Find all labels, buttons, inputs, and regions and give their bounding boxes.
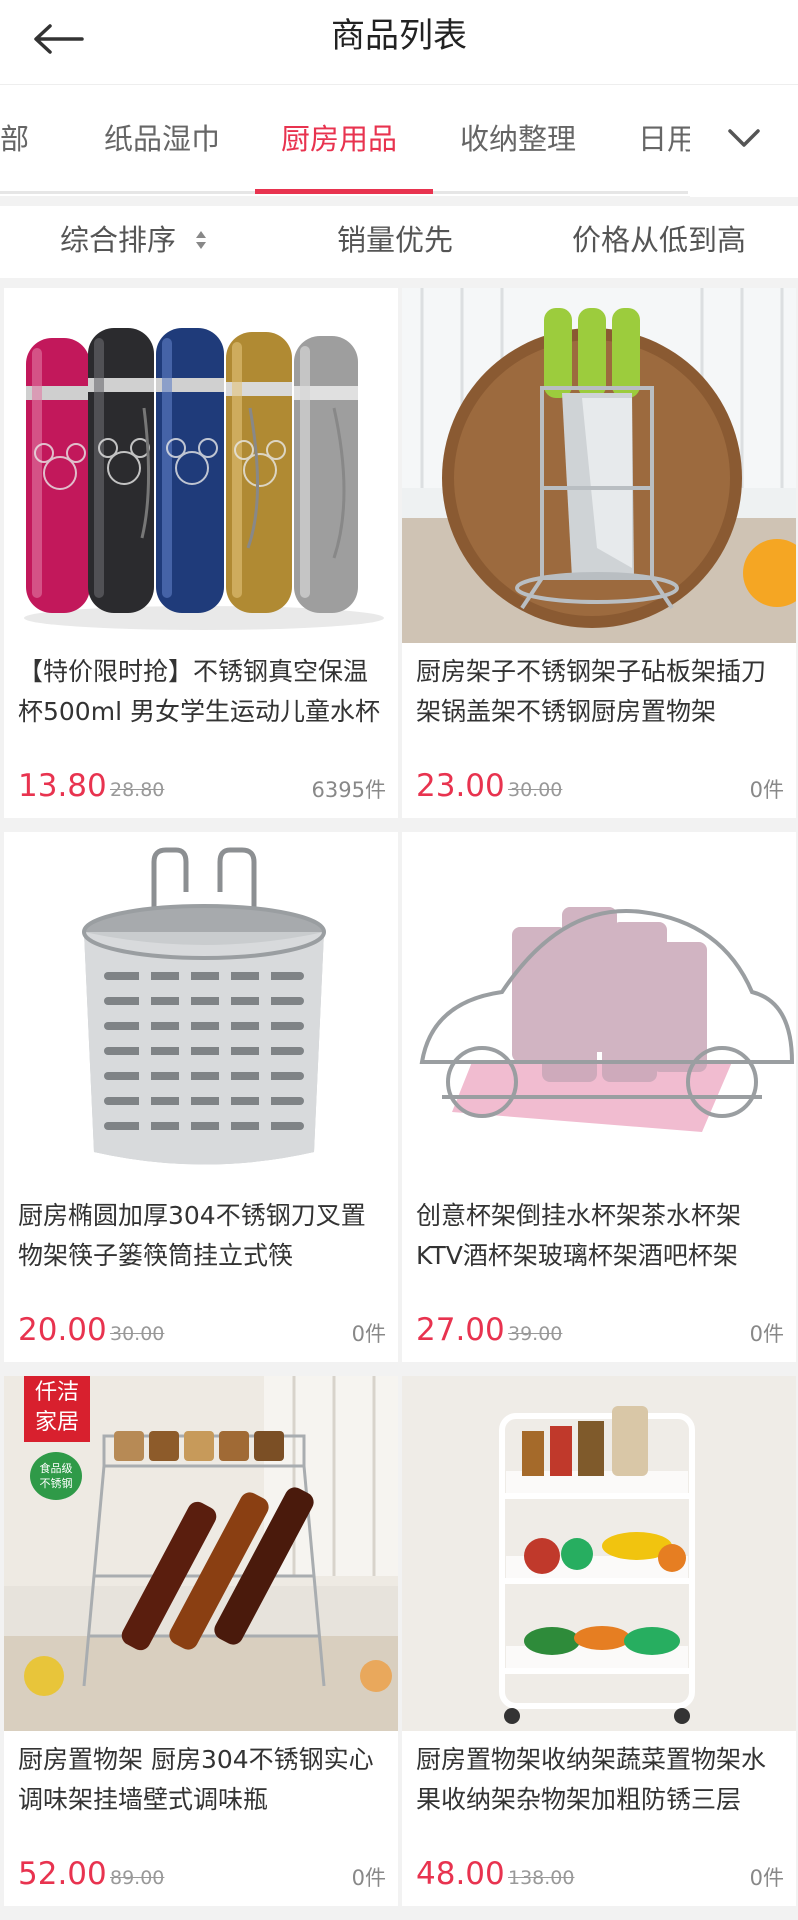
product-sold-count: 0件: [351, 1322, 386, 1346]
product-card[interactable]: 厨房架子不锈钢架子砧板架插刀架锅盖架不锈钢厨房置物架 23.00 30.00 0…: [402, 288, 796, 818]
vegetable-cart-image: [402, 1376, 796, 1731]
brand-badge: 仟洁 家居: [24, 1378, 90, 1438]
product-original-price: 30.00: [508, 779, 563, 801]
product-name: 厨房置物架收纳架蔬菜置物架水果收纳架杂物架加粗防锈三层: [416, 1745, 767, 1814]
product-price: 23.00: [416, 768, 505, 804]
product-original-price: 39.00: [508, 1323, 563, 1345]
car-cup-rack-image: [402, 832, 796, 1187]
expand-tabs-button[interactable]: [724, 123, 764, 153]
product-card[interactable]: 厨房置物架收纳架蔬菜置物架水果收纳架杂物架加粗防锈三层 48.00 138.00…: [402, 1376, 796, 1906]
product-image: [402, 1376, 796, 1731]
product-card[interactable]: 仟洁 家居 食品级 不锈钢 厨房置物架 厨房304不锈钢实心调味架挂墙壁式调味瓶…: [4, 1376, 398, 1906]
tab-all[interactable]: 部: [0, 119, 29, 159]
product-original-price: 30.00: [110, 1323, 165, 1345]
product-original-price: 28.80: [110, 779, 165, 801]
brand-badge-line-1: 仟洁: [34, 1380, 79, 1405]
product-name: 创意杯架倒挂水杯架茶水杯架KTV酒杯架玻璃杯架酒吧杯架: [416, 1201, 742, 1270]
product-name: 厨房架子不锈钢架子砧板架插刀架锅盖架不锈钢厨房置物架: [416, 657, 767, 726]
top-bar: 商品列表: [0, 0, 798, 84]
product-sold-count: 0件: [749, 778, 784, 802]
product-price: 27.00: [416, 1312, 505, 1348]
sort-comprehensive-label: 综合排序: [60, 223, 177, 257]
tab-storage[interactable]: 收纳整理: [460, 119, 576, 159]
product-image: [402, 832, 796, 1187]
tab-daily[interactable]: 日用: [638, 119, 696, 159]
product-price: 52.00: [18, 1856, 107, 1892]
product-price: 48.00: [416, 1856, 505, 1892]
knife-rack-image: [402, 288, 796, 643]
product-sold-count: 0件: [351, 1866, 386, 1890]
product-price: 20.00: [18, 1312, 107, 1348]
sort-comprehensive[interactable]: 综合排序: [60, 220, 207, 260]
utensil-holder-image: [4, 832, 398, 1187]
sort-arrows-icon: [196, 231, 207, 249]
food-grade-badge: 食品级 不锈钢: [30, 1461, 82, 1491]
food-grade-badge-line-2: 不锈钢: [39, 1477, 73, 1490]
product-card[interactable]: 【特价限时抢】不锈钢真空保温杯500ml 男女学生运动儿童水杯 13.80 28…: [4, 288, 398, 818]
product-sold-count: 6395件: [311, 778, 386, 802]
category-tabs: 部 纸品湿巾 厨房用品 收纳整理 日用: [0, 84, 798, 197]
product-image: [4, 288, 398, 643]
product-name: 厨房椭圆加厚304不锈钢刀叉置物架筷子篓筷筒挂立式筷: [18, 1201, 366, 1270]
thermos-bottles-image: [4, 288, 398, 643]
page-title: 商品列表: [331, 16, 467, 56]
product-image: 仟洁 家居 食品级 不锈钢: [4, 1376, 398, 1731]
product-sold-count: 0件: [749, 1322, 784, 1346]
food-grade-badge-line-1: 食品级: [39, 1462, 73, 1475]
product-card[interactable]: 创意杯架倒挂水杯架茶水杯架KTV酒杯架玻璃杯架酒吧杯架 27.00 39.00 …: [402, 832, 796, 1362]
tab-kitchen[interactable]: 厨房用品: [281, 119, 397, 159]
brand-badge-line-2: 家居: [34, 1410, 79, 1435]
tab-tissues[interactable]: 纸品湿巾: [104, 119, 220, 159]
sort-price-asc[interactable]: 价格从低到高: [572, 220, 746, 260]
app-root: 商品列表 部 纸品湿巾 厨房用品 收纳整理 日用 综合排序 销量优先 价格从低到…: [0, 0, 798, 1920]
sort-bar: 综合排序 销量优先 价格从低到高: [0, 206, 798, 278]
product-image: [4, 832, 398, 1187]
product-card[interactable]: 厨房椭圆加厚304不锈钢刀叉置物架筷子篓筷筒挂立式筷 20.00 30.00 0…: [4, 832, 398, 1362]
product-original-price: 138.00: [508, 1867, 575, 1889]
product-name: 厨房置物架 厨房304不锈钢实心调味架挂墙壁式调味瓶: [18, 1745, 374, 1814]
active-tab-indicator: [255, 189, 433, 194]
product-price: 13.80: [18, 768, 107, 804]
product-name: 【特价限时抢】不锈钢真空保温杯500ml 男女学生运动儿童水杯: [18, 657, 380, 726]
product-image: [402, 288, 796, 643]
product-sold-count: 0件: [749, 1866, 784, 1890]
chevron-down-icon: [728, 129, 760, 147]
product-original-price: 89.00: [110, 1867, 165, 1889]
sort-sales[interactable]: 销量优先: [337, 220, 453, 260]
